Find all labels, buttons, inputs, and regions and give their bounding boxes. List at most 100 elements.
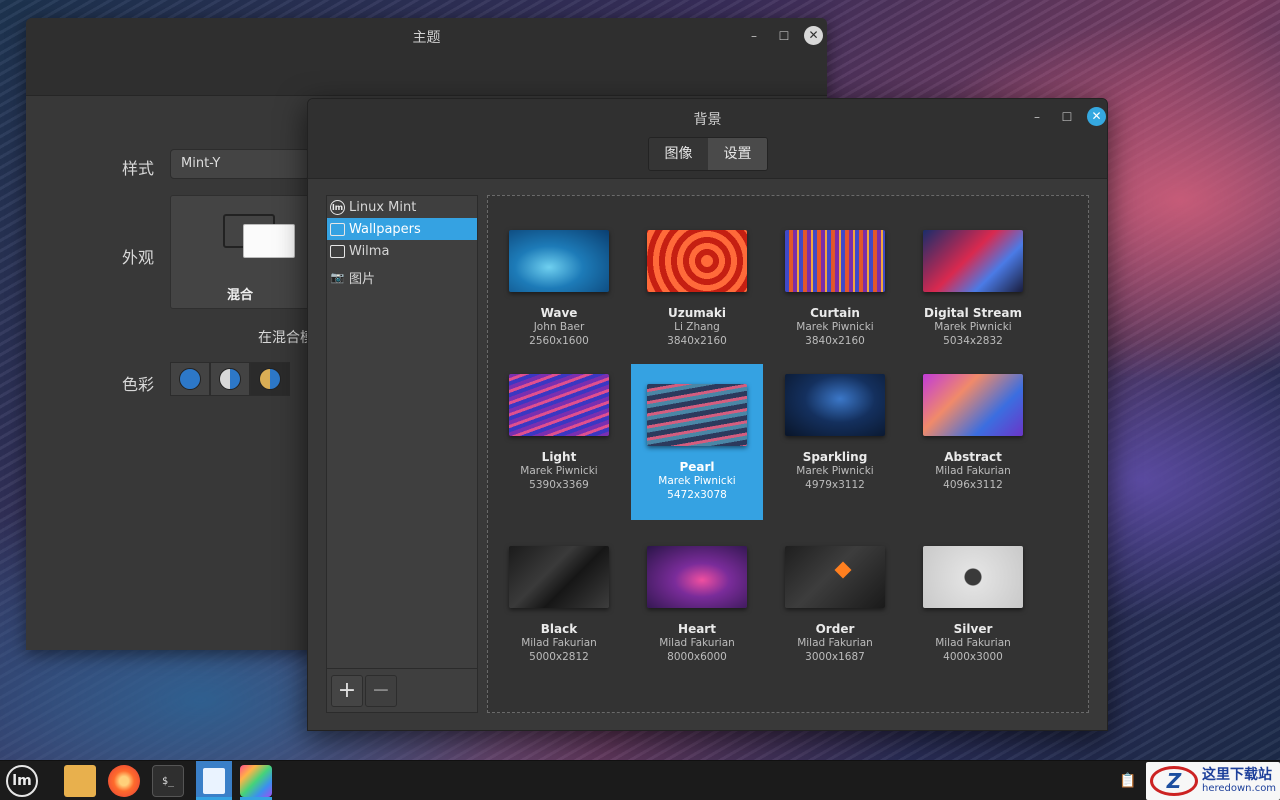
document-icon bbox=[203, 768, 225, 794]
wallpaper-name: Abstract bbox=[944, 450, 1002, 464]
wallpaper-name: Heart bbox=[678, 622, 716, 636]
wallpaper-item[interactable]: Black Milad Fakurian 5000x2812 bbox=[493, 528, 625, 684]
appearance-label: 外观 bbox=[122, 248, 155, 267]
orange-diamond-icon bbox=[834, 561, 852, 579]
light-window-preview bbox=[243, 224, 295, 258]
wallpaper-name: Order bbox=[815, 622, 855, 636]
close-button[interactable]: ✕ bbox=[1087, 107, 1106, 126]
wallpaper-author: John Baer bbox=[533, 321, 585, 333]
remove-folder-button[interactable]: − bbox=[365, 674, 397, 707]
sidebar-item-label: Linux Mint bbox=[349, 199, 417, 215]
wallpaper-item[interactable]: Sparkling Marek Piwnicki 4979x3112 bbox=[769, 364, 901, 520]
wallpaper-thumbnail bbox=[923, 230, 1023, 292]
sidebar-toolbar: + − bbox=[327, 668, 477, 712]
color-swatch-light-blue[interactable] bbox=[210, 362, 250, 396]
wallpaper-author: Milad Fakurian bbox=[935, 637, 1011, 649]
wallpaper-author: Marek Piwnicki bbox=[796, 321, 874, 333]
folder-icon[interactable] bbox=[64, 765, 96, 797]
wallpaper-thumbnail bbox=[785, 374, 885, 436]
firefox-icon[interactable] bbox=[108, 765, 140, 797]
wallpaper-resolution: 5472x3078 bbox=[667, 489, 727, 501]
wallpaper-resolution: 4096x3112 bbox=[943, 479, 1003, 491]
wallpaper-item[interactable]: Heart Milad Fakurian 8000x6000 bbox=[631, 528, 763, 684]
wallpaper-item[interactable]: Digital Stream Marek Piwnicki 5034x2832 bbox=[907, 222, 1039, 378]
appearance-hint: 在混合模 bbox=[258, 330, 314, 346]
maximize-button[interactable]: ☐ bbox=[774, 27, 794, 45]
wallpaper-resolution: 3000x1687 bbox=[805, 651, 865, 663]
sidebar-item-label: Wallpapers bbox=[349, 221, 421, 237]
watermark-sub-text: heredown.com bbox=[1202, 783, 1277, 794]
wallpaper-author: Li Zhang bbox=[674, 321, 720, 333]
taskbar: lm $_ 📋 bbox=[0, 760, 1280, 800]
tab-settings[interactable]: 设置 bbox=[708, 138, 767, 170]
color-swatches bbox=[170, 362, 290, 396]
wallpaper-resolution: 5000x2812 bbox=[529, 651, 589, 663]
terminal-icon[interactable]: $_ bbox=[152, 765, 184, 797]
close-button[interactable]: ✕ bbox=[804, 26, 823, 45]
minimize-button[interactable]: – bbox=[1027, 108, 1047, 126]
files-icon[interactable] bbox=[196, 761, 232, 800]
maximize-button[interactable]: ☐ bbox=[1057, 108, 1077, 126]
wallpaper-author: Milad Fakurian bbox=[521, 637, 597, 649]
menu-icon[interactable]: lm bbox=[6, 765, 38, 797]
add-folder-button[interactable]: + bbox=[331, 674, 363, 707]
monitor-icon bbox=[330, 244, 345, 258]
wallpaper-name: Digital Stream bbox=[924, 306, 1022, 320]
wallpaper-thumbnail bbox=[647, 230, 747, 292]
view-tabs: 图像 设置 bbox=[648, 137, 768, 171]
wallpaper-name: Sparkling bbox=[802, 450, 868, 464]
wallpaper-item[interactable]: Curtain Marek Piwnicki 3840x2160 bbox=[769, 222, 901, 378]
backgrounds-title: 背景 bbox=[693, 112, 722, 128]
mint-icon: lm bbox=[330, 199, 345, 215]
paint-icon[interactable] bbox=[240, 765, 272, 797]
half-blue-dot-icon bbox=[219, 368, 241, 390]
wallpaper-item[interactable]: Wave John Baer 2560x1600 bbox=[493, 222, 625, 378]
wallpaper-item[interactable]: Abstract Milad Fakurian 4096x3112 bbox=[907, 364, 1039, 520]
wallpaper-name: Pearl bbox=[679, 460, 715, 474]
wallpaper-name: Wave bbox=[540, 306, 578, 320]
wallpaper-thumbnail bbox=[923, 374, 1023, 436]
wallpaper-item[interactable]: Light Marek Piwnicki 5390x3369 bbox=[493, 364, 625, 520]
wallpaper-thumbnail bbox=[785, 230, 885, 292]
wallpaper-resolution: 4000x3000 bbox=[943, 651, 1003, 663]
themes-titlebar[interactable]: 主题 – ☐ ✕ bbox=[26, 18, 827, 96]
color-swatch-gold-blue[interactable] bbox=[250, 362, 290, 396]
wallpaper-thumbnail bbox=[509, 374, 609, 436]
wallpaper-author: Marek Piwnicki bbox=[520, 465, 598, 477]
wallpaper-item[interactable]: Uzumaki Li Zhang 3840x2160 bbox=[631, 222, 763, 378]
collections-sidebar: lm Linux Mint Wallpapers Wilma 📷 图片 + − bbox=[326, 195, 478, 713]
wallpaper-item[interactable]: Silver Milad Fakurian 4000x3000 bbox=[907, 528, 1039, 684]
appearance-option-label: 混合 bbox=[226, 288, 253, 303]
sidebar-item-pictures[interactable]: 📷 图片 bbox=[327, 266, 477, 288]
color-swatch-blue[interactable] bbox=[170, 362, 210, 396]
wallpaper-resolution: 8000x6000 bbox=[667, 651, 727, 663]
wallpaper-resolution: 2560x1600 bbox=[529, 335, 589, 347]
appearance-mixed-option[interactable]: 混合 bbox=[170, 195, 310, 309]
wallpaper-item[interactable]: Order Milad Fakurian 3000x1687 bbox=[769, 528, 901, 684]
wallpaper-thumbnail bbox=[923, 546, 1023, 608]
wallpaper-name: Black bbox=[540, 622, 578, 636]
sidebar-item-linux-mint[interactable]: lm Linux Mint bbox=[327, 196, 477, 218]
wallpaper-thumbnail bbox=[509, 230, 609, 292]
wallpaper-name: Light bbox=[541, 450, 577, 464]
backgrounds-titlebar[interactable]: 背景 – ☐ ✕ 图像 设置 bbox=[308, 99, 1107, 179]
wallpaper-resolution: 4979x3112 bbox=[805, 479, 865, 491]
wallpaper-author: Milad Fakurian bbox=[659, 637, 735, 649]
clipboard-icon[interactable]: 📋 bbox=[1118, 765, 1138, 797]
wallpaper-name: Uzumaki bbox=[668, 306, 726, 320]
wallpaper-item[interactable]: Pearl Marek Piwnicki 5472x3078 bbox=[631, 364, 763, 520]
tab-images[interactable]: 图像 bbox=[649, 138, 708, 170]
themes-title: 主题 bbox=[412, 30, 441, 46]
style-label: 样式 bbox=[122, 159, 155, 178]
minimize-button[interactable]: – bbox=[744, 27, 764, 45]
wallpaper-resolution: 5034x2832 bbox=[943, 335, 1003, 347]
wallpaper-author: Marek Piwnicki bbox=[934, 321, 1012, 333]
wallpaper-author: Marek Piwnicki bbox=[658, 475, 736, 487]
wallpaper-resolution: 3840x2160 bbox=[805, 335, 865, 347]
wallpaper-name: Silver bbox=[953, 622, 993, 636]
sidebar-item-wallpapers[interactable]: Wallpapers bbox=[327, 218, 477, 240]
sidebar-item-wilma[interactable]: Wilma bbox=[327, 240, 477, 262]
sidebar-item-label: Wilma bbox=[349, 243, 390, 259]
wallpaper-thumbnail bbox=[647, 384, 747, 446]
style-dropdown[interactable]: Mint-Y bbox=[170, 149, 310, 179]
